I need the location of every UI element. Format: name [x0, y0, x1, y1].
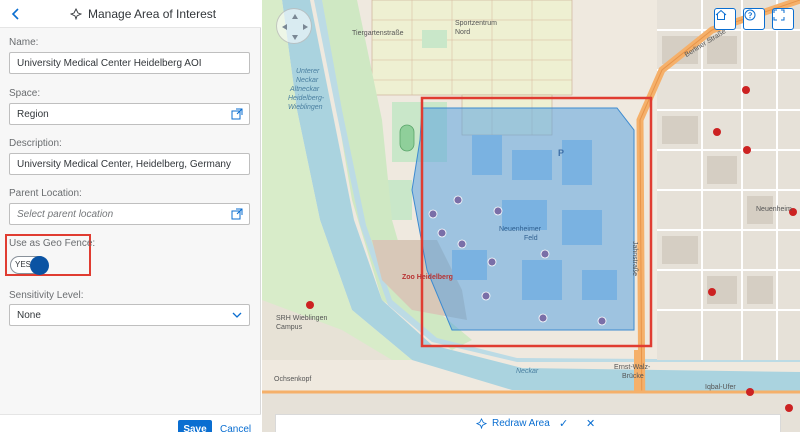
space-input[interactable]: Region — [9, 103, 250, 125]
label-neckar-river: Neckar — [516, 368, 539, 375]
pan-control[interactable] — [276, 8, 312, 44]
value-help-icon[interactable] — [231, 208, 243, 220]
home-button[interactable] — [714, 8, 736, 30]
space-value: Region — [17, 108, 49, 120]
details-panel: Manage Area of Interest Name: University… — [0, 0, 261, 432]
cancel-button[interactable]: Cancel — [220, 424, 251, 432]
toggle-knob — [30, 256, 49, 275]
description-label: Description: — [9, 138, 62, 149]
label-nord: Nord — [455, 29, 471, 36]
label-unterer: Unterer — [296, 68, 320, 75]
page-title: Manage Area of Interest — [88, 7, 217, 21]
label-feld: Feld — [524, 235, 538, 242]
name-value: University Medical Center Heidelberg AOI — [17, 57, 202, 69]
label-jahnstrasse: Jahnstraße — [631, 240, 639, 277]
pan-arrows-icon — [282, 14, 308, 40]
toggle-text: YES — [15, 260, 32, 269]
fullscreen-icon — [773, 9, 785, 21]
label-neuenheim: Neuenheim — [756, 206, 792, 213]
label-wieblingen: Wieblingen — [288, 104, 323, 111]
help-icon — [744, 9, 756, 21]
panel-header: Manage Area of Interest — [0, 0, 261, 28]
name-label: Name: — [9, 37, 39, 48]
value-help-icon[interactable] — [231, 108, 243, 120]
help-button[interactable] — [743, 8, 765, 30]
label-ochsenkopf: Ochsenkopf — [274, 376, 312, 383]
label-neckar: Neckar — [296, 77, 319, 84]
label-sportzentrum: Sportzentrum — [455, 20, 498, 27]
parent-location-placeholder: Select parent location — [17, 208, 114, 220]
redraw-area-button[interactable]: Redraw Area — [476, 418, 550, 429]
panel-footer: Save Cancel — [0, 414, 261, 432]
map-view[interactable]: P Sportzentrum Nord Unterer Neckar Altne… — [262, 0, 800, 432]
label-tiergarten: Tiergartenstraße — [352, 30, 404, 37]
label-campus: Campus — [276, 324, 303, 331]
space-label: Space: — [9, 88, 41, 99]
back-button[interactable] — [8, 6, 24, 22]
cancel-draw-icon[interactable]: ✕ — [586, 417, 595, 430]
header-title-wrap: Manage Area of Interest — [70, 6, 216, 22]
confirm-icon[interactable]: ✓ — [559, 417, 568, 430]
label-ernst: Ernst-Walz- — [614, 364, 651, 371]
label-iqbal: Iqbal-Ufer — [705, 384, 736, 391]
parent-location-label: Parent Location: — [9, 188, 82, 199]
parent-location-input[interactable]: Select parent location — [9, 203, 250, 225]
geo-fence-label: Use as Geo Fence: — [9, 238, 96, 249]
sensitivity-value: None — [17, 309, 41, 321]
label-neuenheimer: Neuenheimer — [499, 226, 542, 233]
draw-toolbar: Redraw Area ✓ ✕ — [275, 414, 781, 432]
label-zoo: Zoo Heidelberg — [402, 274, 453, 281]
fullscreen-button[interactable] — [772, 8, 794, 30]
chevron-down-icon — [232, 312, 242, 318]
area-of-interest — [411, 107, 635, 331]
label-srh: SRH Wieblingen — [276, 315, 328, 322]
chevron-left-icon — [11, 8, 19, 20]
description-value: University Medical Center, Heidelberg, G… — [17, 158, 231, 170]
label-altneckar: Altneckar — [290, 86, 320, 93]
sensitivity-label: Sensitivity Level: — [9, 290, 84, 301]
label-brucke: Brücke — [622, 373, 644, 380]
description-input[interactable]: University Medical Center, Heidelberg, G… — [9, 153, 250, 175]
sensitivity-select[interactable]: None — [9, 304, 250, 326]
name-input[interactable]: University Medical Center Heidelberg AOI — [9, 52, 250, 74]
label-heidelberg-w: Heidelberg- — [288, 95, 325, 102]
parking-symbol: P — [558, 148, 564, 158]
map-pin-icon — [70, 8, 82, 20]
geo-fence-toggle[interactable]: YES — [10, 256, 49, 275]
redraw-icon — [476, 418, 487, 429]
save-button[interactable]: Save — [178, 420, 212, 432]
redraw-label: Redraw Area — [492, 418, 550, 429]
home-icon — [715, 9, 727, 20]
